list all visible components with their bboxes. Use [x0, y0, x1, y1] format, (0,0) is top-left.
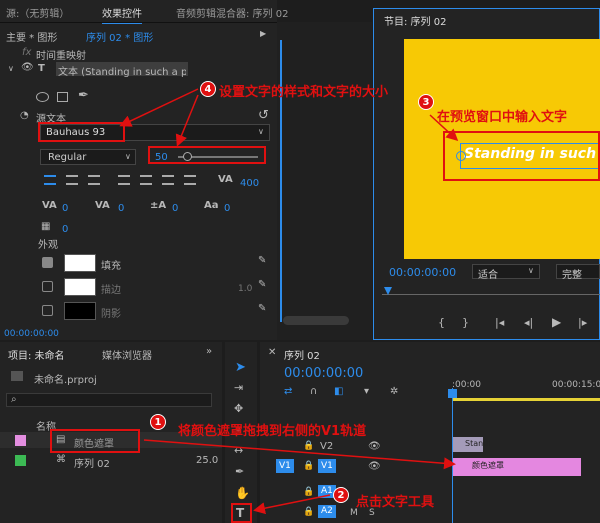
annotation-badge-4: 4	[200, 81, 216, 97]
annotation-badge-2: 2	[333, 487, 349, 503]
annotation-badge-3: 3	[418, 94, 434, 110]
annotation-arrows	[119, 88, 459, 515]
annotation-text-2: 点击文字工具	[356, 495, 435, 510]
annotation-text-4: 设置文字的样式和文字的大小	[219, 85, 389, 100]
annotation-text-3: 在预览窗口中输入文字	[437, 110, 568, 125]
annotation-badge-1: 1	[150, 414, 166, 430]
annotation-text-1: 将颜色遮罩拖拽到右侧的V1轨道	[178, 424, 367, 439]
